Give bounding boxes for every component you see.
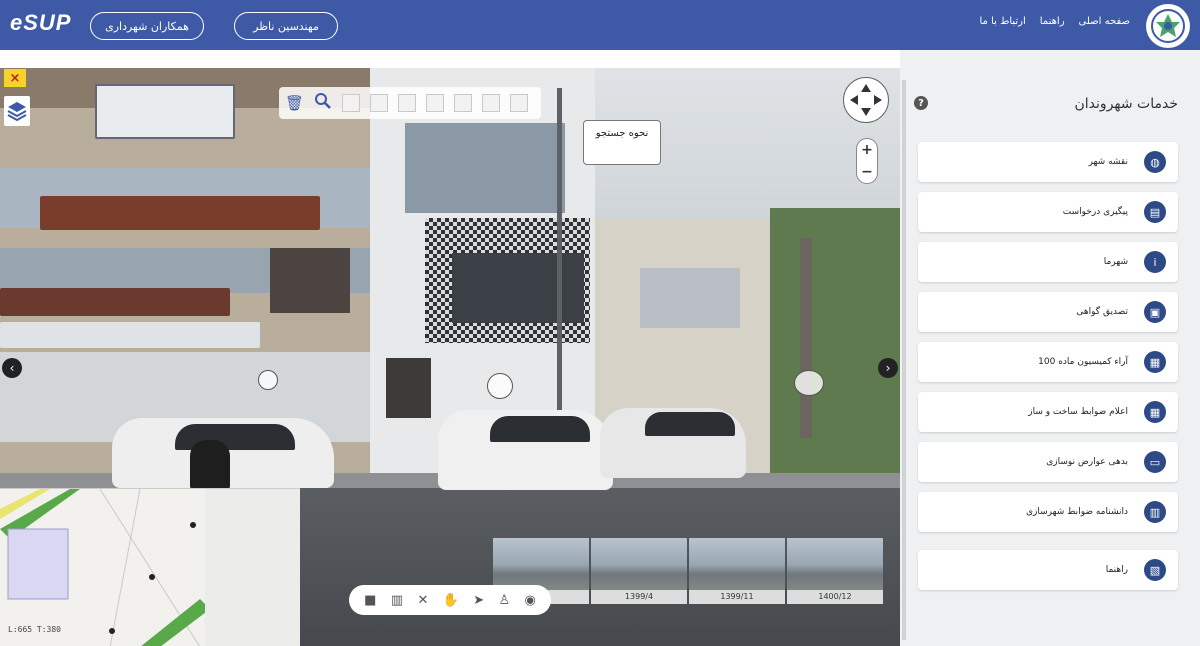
search-field[interactable] — [370, 94, 389, 112]
home-link[interactable]: صفحه اصلی — [1079, 16, 1130, 27]
help-icon[interactable]: ? — [914, 96, 928, 110]
search-help-tooltip: نحوه جستجو — [583, 120, 661, 165]
municipality-staff-button[interactable]: همکاران شهرداری — [90, 12, 204, 40]
service-renewal-fee[interactable]: بدهی عوارض نوسازی ▭ — [918, 442, 1178, 482]
trash-icon[interactable]: 🗑 — [285, 94, 304, 112]
top-links: صفحه اصلی راهنما ارتباط با ما — [980, 16, 1131, 27]
search-icon[interactable] — [314, 92, 332, 114]
search-field[interactable] — [342, 94, 361, 112]
info-icon: i — [1144, 251, 1166, 273]
minimap[interactable]: L:665 T:380 — [0, 488, 300, 646]
street-lamp — [557, 88, 562, 418]
street-view-panorama[interactable]: × 🗑 نحوه جستجو + − ‹ › L:665 T:380 1399/… — [0, 68, 900, 646]
layers-icon[interactable] — [4, 96, 30, 126]
chevron-right-icon[interactable]: › — [878, 358, 898, 378]
close-viewer-button[interactable]: × — [4, 69, 26, 87]
panel-title: خدمات شهروندان — [1074, 96, 1178, 112]
zoom-control: + − — [856, 138, 878, 184]
service-guide[interactable]: راهنما ▧ — [918, 550, 1178, 590]
panorama-marker-icon[interactable] — [258, 370, 278, 390]
top-navbar: eSUP همکاران شهرداری مهندسین ناظر صفحه ا… — [0, 0, 1200, 50]
cross-icon[interactable]: ✕ — [417, 593, 428, 608]
municipality-emblem-icon[interactable] — [1146, 4, 1190, 48]
contact-link[interactable]: ارتباط با ما — [980, 16, 1026, 27]
store-sign-red — [40, 196, 320, 230]
panorama-marker-icon[interactable] — [487, 373, 513, 399]
card-icon: ▭ — [1144, 451, 1166, 473]
panel-scrollbar[interactable] — [902, 80, 906, 640]
chevron-left-icon[interactable]: ‹ — [2, 358, 22, 378]
search-field[interactable] — [426, 94, 445, 112]
globe-icon: ◍ — [1144, 151, 1166, 173]
panorama-marker-icon[interactable] — [794, 370, 824, 396]
map-scale: L:665 T:380 — [8, 625, 61, 634]
search-field[interactable] — [510, 94, 529, 112]
citizen-services-panel: ? خدمات شهروندان نقشه شهر ◍ پیگیری درخوا… — [900, 50, 1200, 646]
document-icon: ▤ — [1144, 201, 1166, 223]
guide-icon: ▧ — [1144, 559, 1166, 581]
zoom-out-button[interactable]: − — [861, 164, 873, 180]
hand-icon[interactable]: ✋ — [443, 593, 459, 608]
search-field[interactable] — [482, 94, 501, 112]
thumbnail[interactable]: 1399/11 — [689, 538, 785, 604]
search-field[interactable] — [454, 94, 473, 112]
file-icon: ▦ — [1144, 351, 1166, 373]
service-track-request[interactable]: پیگیری درخواست ▤ — [918, 192, 1178, 232]
help-link[interactable]: راهنما — [1040, 16, 1065, 27]
service-our-city[interactable]: شهرما i — [918, 242, 1178, 282]
thumbnail[interactable]: 1400/12 — [787, 538, 883, 604]
file-icon: ▦ — [1144, 401, 1166, 423]
building-sign-top — [95, 84, 235, 139]
service-certificate[interactable]: تصدیق گواهی ▣ — [918, 292, 1178, 332]
store-sign-brown — [0, 288, 230, 316]
service-urban-rules-wiki[interactable]: دانشنامه ضوابط شهرسازی ▥ — [918, 492, 1178, 532]
cursor-icon[interactable]: ➤ — [473, 593, 484, 608]
square-icon[interactable]: ■ — [364, 593, 376, 608]
camera-icon[interactable]: ◉ — [524, 593, 535, 608]
zoom-in-button[interactable]: + — [861, 142, 873, 158]
trees — [770, 208, 900, 488]
thumbnail[interactable]: 1399/4 — [591, 538, 687, 604]
person-icon[interactable]: ♙ — [498, 593, 510, 608]
search-field[interactable] — [398, 94, 417, 112]
esup-logo[interactable]: eSUP — [10, 10, 71, 36]
book-icon: ▥ — [1144, 501, 1166, 523]
search-toolbar: 🗑 — [279, 87, 541, 119]
service-city-map[interactable]: نقشه شهر ◍ — [918, 142, 1178, 182]
navigation-pad[interactable] — [843, 77, 889, 123]
panorama-thumbnails: 1399/4 1399/11 1400/12 — [493, 538, 883, 604]
service-commission-100[interactable]: آراء کمیسیون ماده 100 ▦ — [918, 342, 1178, 382]
viewer-toolbar: ■ ▥ ✕ ✋ ➤ ♙ ◉ — [349, 585, 551, 615]
chart-icon[interactable]: ▥ — [391, 593, 403, 608]
service-building-rules[interactable]: اعلام ضوابط ساخت و ساز ▦ — [918, 392, 1178, 432]
supervisor-engineers-button[interactable]: مهندسین ناظر — [234, 12, 338, 40]
pedestrian — [190, 440, 230, 490]
certificate-icon: ▣ — [1144, 301, 1166, 323]
